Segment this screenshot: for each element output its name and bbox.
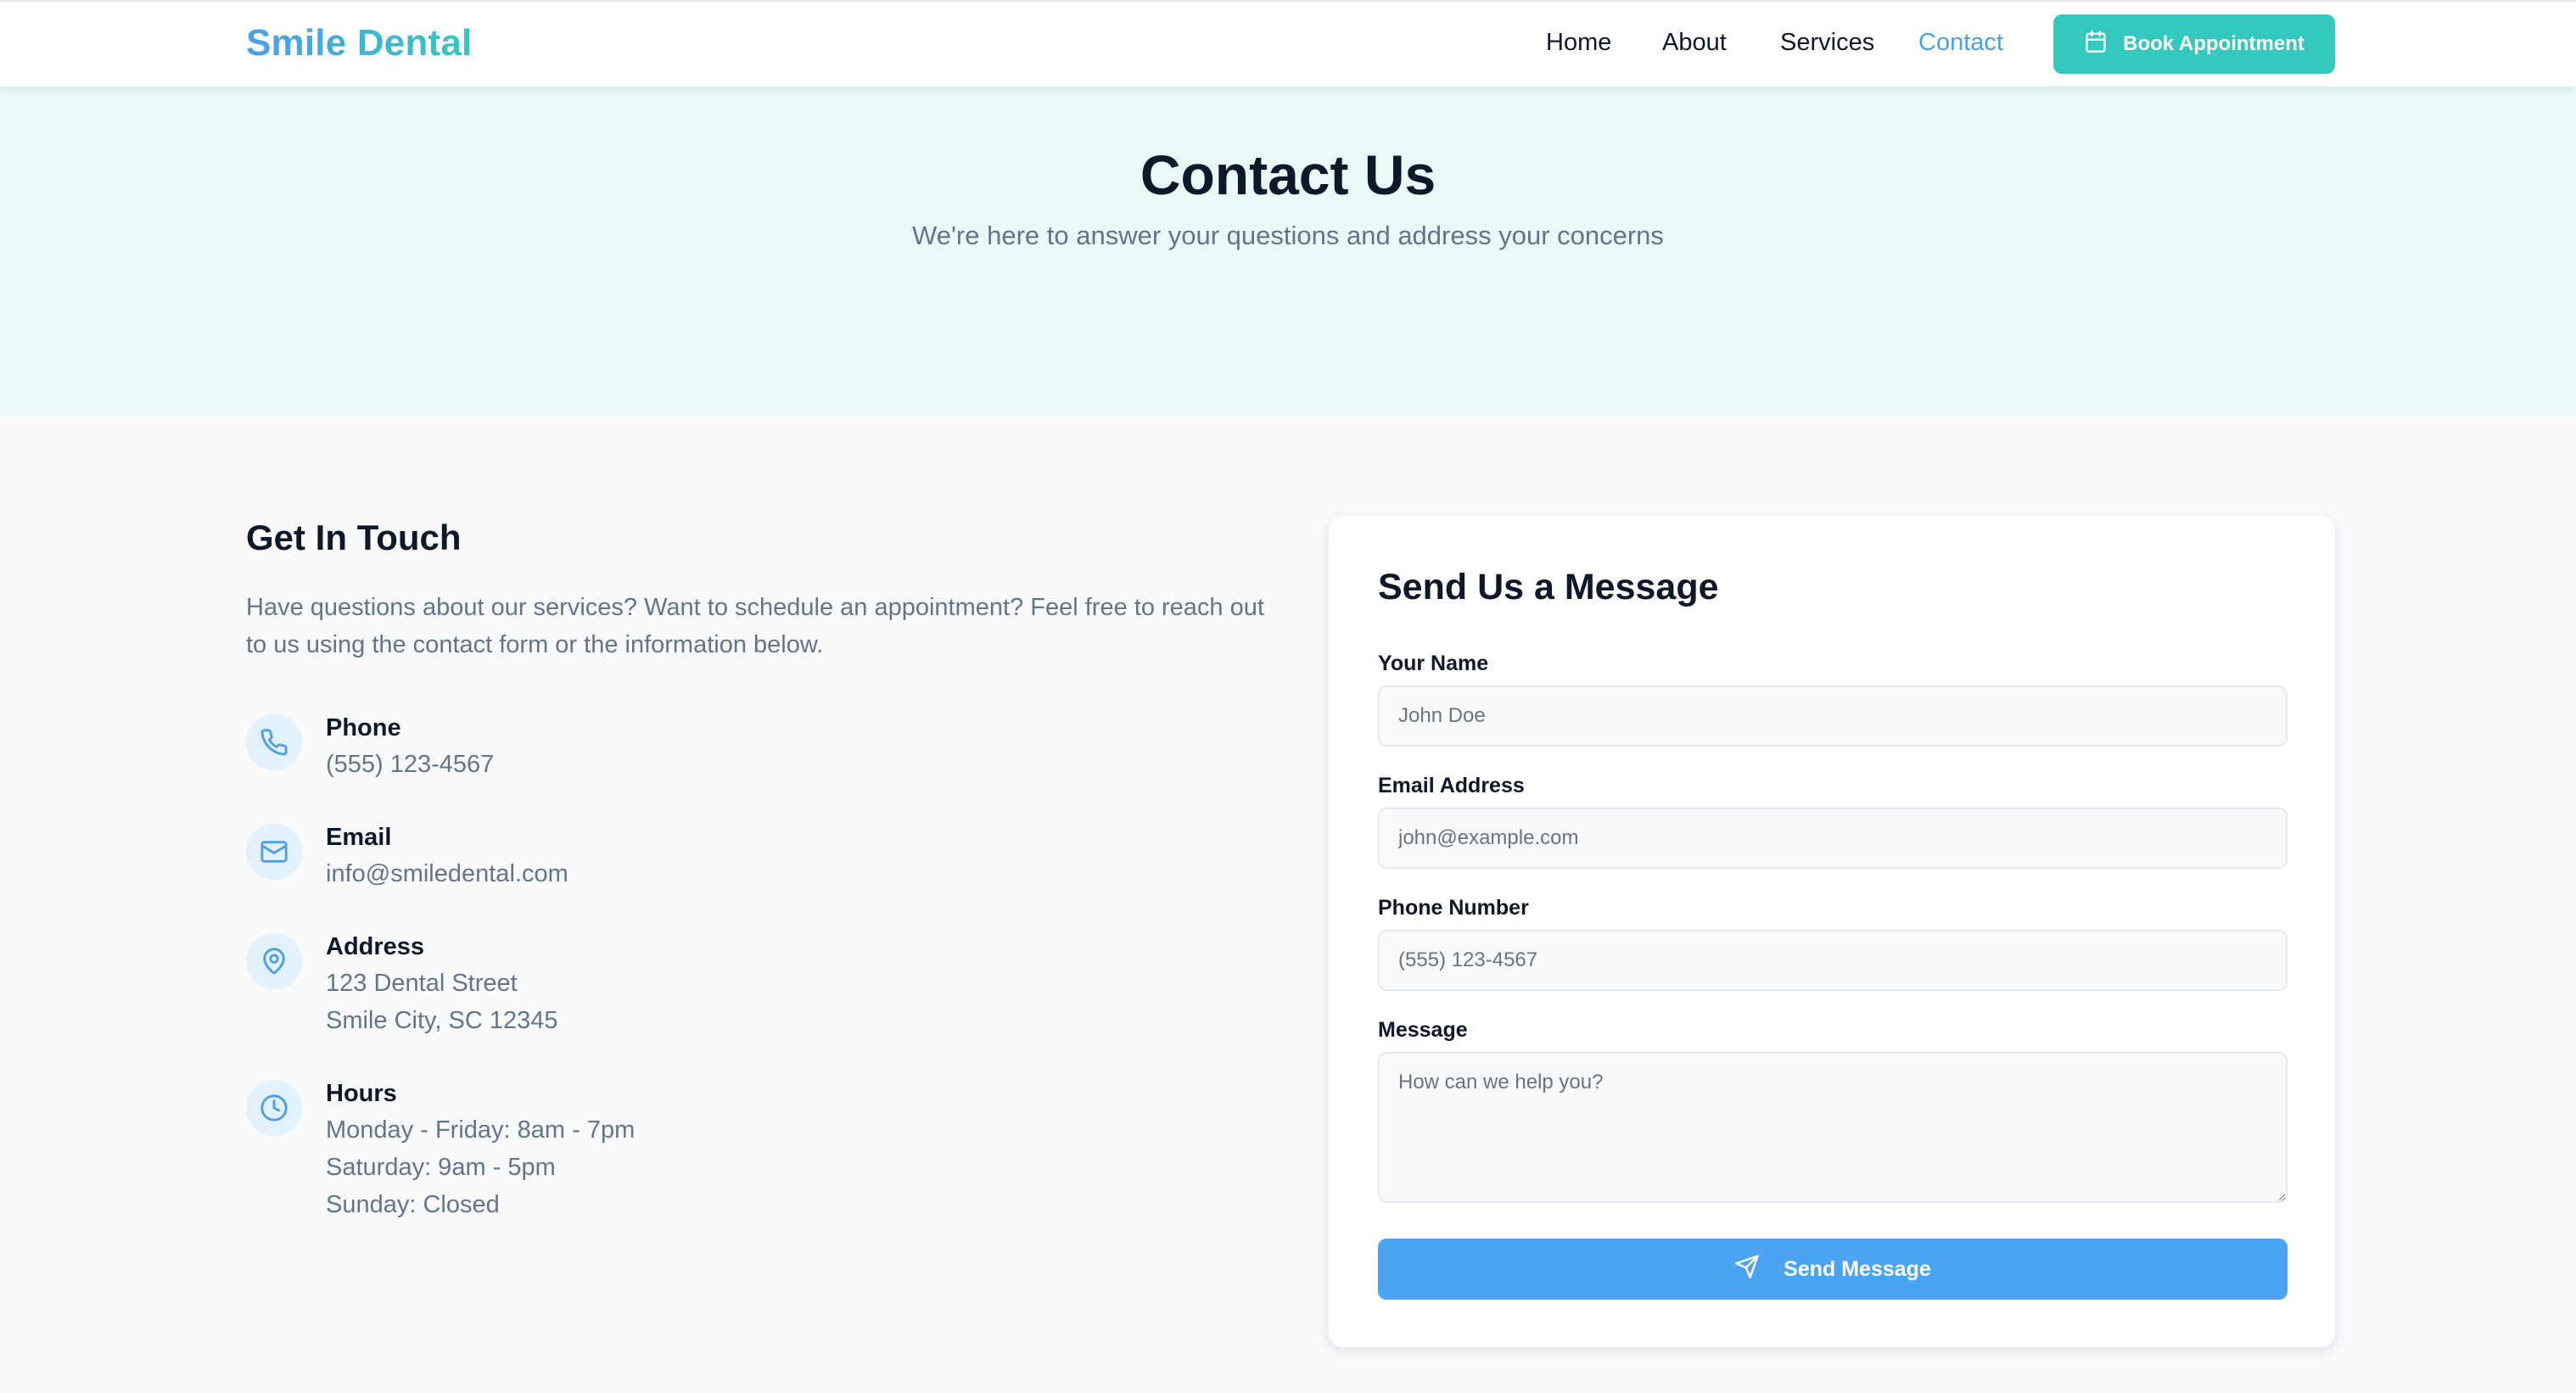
- address-label: Address: [326, 933, 425, 960]
- email-value[interactable]: info@smiledental.com: [326, 860, 568, 888]
- clock-icon: [246, 1080, 302, 1136]
- address-line-2: Smile City, SC 12345: [326, 1007, 558, 1034]
- calendar-icon: [2084, 30, 2108, 59]
- email-label: Email: [326, 824, 392, 851]
- nav-services[interactable]: Services: [1780, 29, 1874, 57]
- phone-icon: [246, 714, 302, 770]
- book-appointment-button[interactable]: Book Appointment: [2053, 14, 2335, 74]
- mail-icon: [246, 824, 302, 880]
- get-in-touch-description: Have questions about our services? Want …: [246, 594, 1264, 658]
- phone-label: Phone: [326, 714, 401, 741]
- nav-about[interactable]: About: [1662, 29, 1727, 57]
- phone-input[interactable]: [1378, 930, 2288, 991]
- nav-contact[interactable]: Contact: [1918, 29, 2003, 57]
- send-message-label: Send Message: [1784, 1256, 1931, 1281]
- hero-section: Contact Us We're here to answer your que…: [0, 87, 2576, 416]
- map-pin-icon: [246, 933, 302, 989]
- phone-field-label: Phone Number: [1378, 896, 1529, 920]
- page-title: Contact Us: [1140, 143, 1436, 206]
- get-in-touch-title: Get In Touch: [246, 517, 462, 557]
- contact-form-card: Send Us a Message Your Name Email Addres…: [1328, 515, 2336, 1348]
- nav-home[interactable]: Home: [1546, 29, 1611, 57]
- name-field-label: Your Name: [1378, 652, 1489, 675]
- hours-line-saturday: Saturday: 9am - 5pm: [326, 1154, 556, 1181]
- message-textarea[interactable]: [1378, 1052, 2288, 1203]
- address-line-1: 123 Dental Street: [326, 970, 518, 997]
- page-subtitle: We're here to answer your questions and …: [912, 221, 1664, 250]
- email-field-label: Email Address: [1378, 774, 1525, 797]
- send-message-button[interactable]: Send Message: [1378, 1239, 2288, 1300]
- form-title: Send Us a Message: [1378, 567, 1719, 607]
- hours-line-sunday: Sunday: Closed: [326, 1191, 500, 1218]
- name-input[interactable]: [1378, 685, 2288, 747]
- message-field-label: Message: [1378, 1018, 1468, 1042]
- site-header: Smile Dental Home About Services Contact…: [0, 0, 2576, 87]
- hours-label: Hours: [326, 1080, 397, 1107]
- book-appointment-label: Book Appointment: [2123, 32, 2304, 55]
- email-input[interactable]: [1378, 808, 2288, 869]
- phone-value[interactable]: (555) 123-4567: [326, 751, 494, 779]
- hours-line-weekdays: Monday - Friday: 8am - 7pm: [326, 1116, 636, 1144]
- send-icon: [1734, 1254, 1760, 1285]
